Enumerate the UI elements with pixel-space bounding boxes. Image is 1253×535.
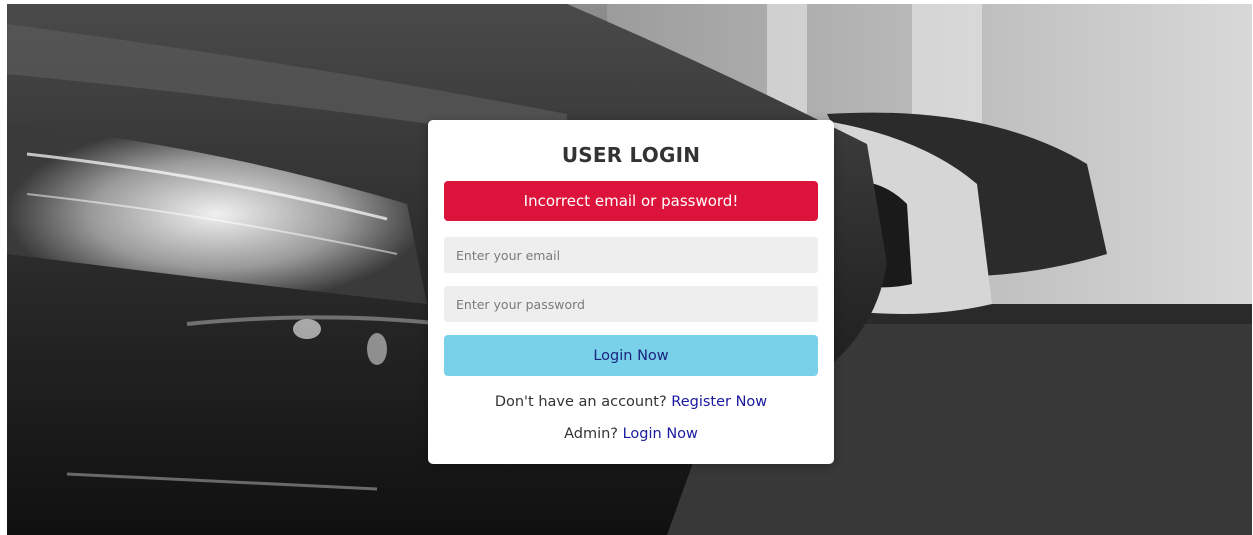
error-alert: Incorrect email or password!: [444, 181, 818, 221]
login-button[interactable]: Login Now: [444, 335, 818, 376]
login-card: USER LOGIN Incorrect email or password! …: [428, 120, 834, 464]
admin-prompt-row: Admin? Login Now: [428, 426, 834, 442]
admin-prompt-text: Admin?: [564, 426, 618, 442]
register-link[interactable]: Register Now: [671, 394, 767, 410]
register-prompt-text: Don't have an account?: [494, 394, 667, 410]
login-page: USER LOGIN Incorrect email or password! …: [0, 0, 1253, 535]
admin-login-link[interactable]: Login Now: [623, 426, 698, 442]
email-field[interactable]: [444, 237, 818, 273]
register-prompt-row: Don't have an account? Register Now: [428, 394, 834, 410]
page-title: USER LOGIN: [561, 143, 701, 167]
password-field[interactable]: [444, 286, 818, 322]
